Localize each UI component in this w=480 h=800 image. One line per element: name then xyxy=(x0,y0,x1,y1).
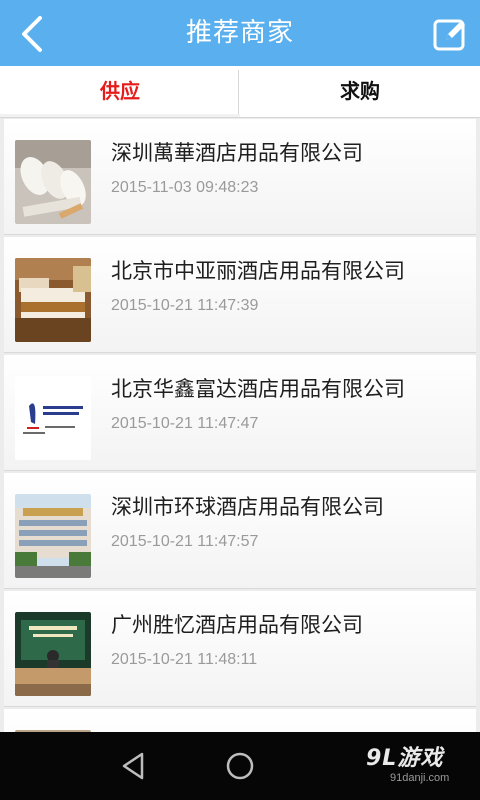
timestamp: 2015-10-21 11:47:57 xyxy=(111,533,259,550)
system-nav-bar: 9L游戏 91danji.com xyxy=(0,732,480,800)
timestamp: 2015-11-03 09:48:23 xyxy=(111,179,259,196)
company-name: 广州胜忆酒店用品有限公司 xyxy=(111,613,363,637)
timestamp: 2015-10-21 11:47:39 xyxy=(111,297,259,314)
timestamp: 2015-10-21 11:47:47 xyxy=(111,415,259,432)
hotel-bed-photo xyxy=(15,258,91,342)
logo-image xyxy=(15,376,91,460)
edit-icon xyxy=(433,19,465,51)
list-item[interactable]: 北京市中亚丽酒店用品有限公司 2015-10-21 11:47:39 xyxy=(4,237,476,353)
company-list[interactable]: 深圳萬華酒店用品有限公司 2015-11-03 09:48:23 北京市中亚丽酒… xyxy=(4,119,476,732)
building-photo xyxy=(15,494,91,578)
company-name: 北京华鑫富达酒店用品有限公司 xyxy=(111,377,405,401)
top-bar: 推荐商家 xyxy=(0,0,480,66)
nav-back-button[interactable] xyxy=(115,748,151,784)
edit-button[interactable] xyxy=(428,12,472,56)
tab-purchase[interactable]: 求购 xyxy=(240,66,480,117)
list-item[interactable] xyxy=(4,709,476,732)
circle-home-icon xyxy=(226,752,254,780)
watermark-logo: 9L游戏 xyxy=(366,746,444,771)
watermark: 9L游戏 91danji.com xyxy=(366,740,466,790)
list-item[interactable]: 北京华鑫富达酒店用品有限公司 2015-10-21 11:47:47 xyxy=(4,355,476,471)
triangle-back-icon xyxy=(122,752,144,780)
list-item[interactable]: 广州胜忆酒店用品有限公司 2015-10-21 11:48:11 xyxy=(4,591,476,707)
company-name: 深圳市环球酒店用品有限公司 xyxy=(111,495,384,519)
nav-home-button[interactable] xyxy=(222,748,258,784)
watermark-url: 91danji.com xyxy=(390,772,450,784)
list-item[interactable]: 深圳萬華酒店用品有限公司 2015-11-03 09:48:23 xyxy=(4,119,476,235)
slippers-photo xyxy=(15,140,91,224)
company-name: 深圳萬華酒店用品有限公司 xyxy=(111,141,363,165)
tab-bar: 供应 求购 xyxy=(0,66,480,118)
tab-divider xyxy=(238,70,239,114)
timestamp: 2015-10-21 11:48:11 xyxy=(111,651,258,668)
tab-supply[interactable]: 供应 xyxy=(0,66,240,117)
list-item[interactable]: 深圳市环球酒店用品有限公司 2015-10-21 11:47:57 xyxy=(4,473,476,589)
page-title: 推荐商家 xyxy=(185,18,294,48)
company-name: 北京市中亚丽酒店用品有限公司 xyxy=(111,259,405,283)
office-photo xyxy=(15,612,91,696)
